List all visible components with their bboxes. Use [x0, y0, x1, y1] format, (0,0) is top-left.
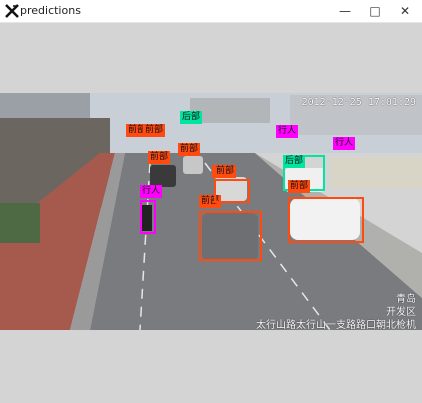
- detection-label: 前部: [214, 165, 237, 178]
- maximize-button[interactable]: □: [360, 0, 390, 22]
- detection-box: [214, 179, 250, 203]
- detection-label: 行人: [333, 137, 356, 150]
- detection-label: 前部: [288, 180, 311, 193]
- detection-label: 前部: [143, 124, 166, 137]
- detection-label: 后部: [283, 155, 306, 168]
- detection-label: 前部: [178, 143, 201, 156]
- close-button[interactable]: ✕: [390, 0, 420, 22]
- timestamp-overlay: 2012-12-25 17:01:29: [301, 97, 416, 108]
- app-logo-icon: [5, 4, 19, 18]
- detection-box: [199, 211, 262, 261]
- detection-box: [288, 197, 364, 243]
- detection-label: 行人: [276, 125, 299, 138]
- detection-box: [140, 200, 156, 234]
- app-window: predictions — □ ✕ 前部 前部 后部 前部 前部 行人 行人 后…: [0, 0, 422, 403]
- title-bar[interactable]: predictions — □ ✕: [0, 0, 422, 23]
- detection-label: 前部: [148, 151, 171, 164]
- window-title: predictions: [20, 4, 81, 17]
- location-intersection: 太行山路太行山一支路路口朝北枪机: [256, 320, 416, 330]
- detection-label: 后部: [180, 111, 203, 124]
- prediction-image: 前部前部后部前部前部前部行人行人后部前部行人前部前部 2012-12-25 17…: [0, 93, 422, 330]
- minimize-button[interactable]: —: [330, 0, 360, 22]
- detection-label: 行人: [140, 185, 163, 198]
